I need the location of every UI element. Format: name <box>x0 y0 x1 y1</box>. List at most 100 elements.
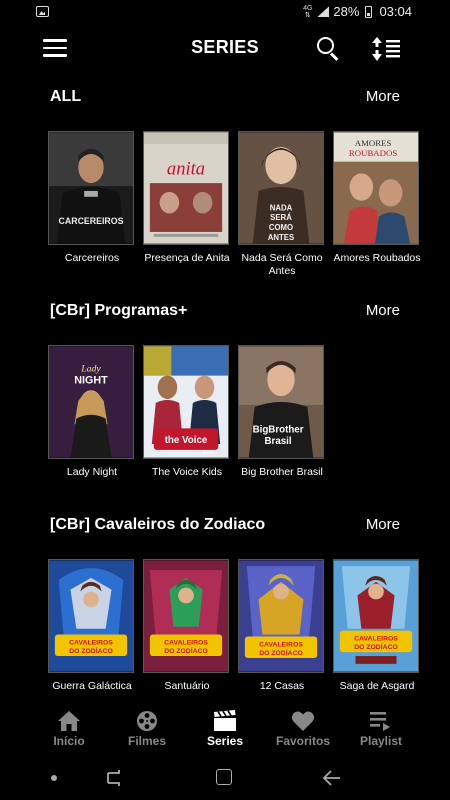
home-icon <box>57 710 81 732</box>
series-content[interactable]: ALL More CARCEREIROS Carcereiros anita P… <box>0 72 450 694</box>
svg-text:Brasil: Brasil <box>265 436 292 447</box>
poster-image: Lady NIGHT <box>48 345 134 459</box>
series-card[interactable]: the Voice Kids The Voice Kids <box>143 345 231 479</box>
nav-label: Início <box>53 734 85 748</box>
svg-text:ANTES: ANTES <box>268 233 294 242</box>
poster-image: BigBrother Brasil <box>238 345 324 459</box>
more-button[interactable]: More <box>366 88 400 105</box>
series-card[interactable]: BigBrother Brasil Big Brother Brasil <box>238 345 326 479</box>
poster-row[interactable]: Lady NIGHT Lady Night the Voice Kids The… <box>48 345 450 505</box>
poster-image: AMORES ROUBADOS <box>333 131 419 245</box>
poster-title-text: BigBrother <box>253 424 304 435</box>
poster-title-text: CAVALEIROS <box>259 641 303 648</box>
svg-text:DO ZODÍACO: DO ZODÍACO <box>354 642 398 651</box>
poster-image: CAVALEIROS DO ZODÍACO <box>333 559 419 673</box>
section-header: [CBr] Programas+ More <box>50 300 400 324</box>
assistant-dot-icon[interactable] <box>51 775 57 781</box>
search-icon[interactable] <box>316 36 342 62</box>
series-title: The Voice Kids <box>151 466 223 478</box>
network-type: 4G <box>303 4 313 12</box>
svg-text:DO ZODÍACO: DO ZODÍACO <box>164 646 208 655</box>
series-title: Nada Será Como Antes <box>241 252 323 277</box>
poster-title-text: the Voice <box>165 435 208 446</box>
home-button-icon[interactable] <box>216 769 232 785</box>
section-title: [CBr] Cavaleiros do Zodiaco <box>50 516 266 533</box>
series-title: Amores Roubados <box>333 252 421 264</box>
heart-icon <box>291 710 315 732</box>
back-arrow-icon[interactable] <box>322 769 342 787</box>
film-reel-icon <box>135 710 159 732</box>
series-title: Lady Night <box>66 466 118 478</box>
section-title: [CBr] Programas+ <box>50 302 188 319</box>
nav-label: Filmes <box>127 734 166 748</box>
series-card[interactable]: CARCEREIROS Carcereiros <box>48 131 136 265</box>
svg-text:SERÁ: SERÁ <box>270 213 292 222</box>
series-title: Santuário <box>164 680 210 692</box>
svg-text:ROUBADOS: ROUBADOS <box>349 148 397 158</box>
signal-icon <box>317 6 329 17</box>
poster-title-text: CARCEREIROS <box>59 216 124 226</box>
series-card[interactable]: AMORES ROUBADOS Amores Roubados <box>333 131 421 265</box>
series-card[interactable]: NADA SERÁ COMO ANTES Nada Será Como Ante… <box>238 131 326 278</box>
section-header: [CBr] Cavaleiros do Zodiaco More <box>50 514 400 538</box>
svg-text:COMO: COMO <box>269 223 293 232</box>
series-title: Guerra Galáctica <box>52 680 132 692</box>
network-type-icon: 4G ⇅ <box>303 4 313 19</box>
nav-item-series[interactable]: Series <box>180 694 270 758</box>
poster-image: CARCEREIROS <box>48 131 134 245</box>
more-button[interactable]: More <box>366 516 400 533</box>
gallery-notification-icon <box>36 6 49 17</box>
series-title: 12 Casas <box>259 680 305 692</box>
series-title: Saga de Asgard <box>339 680 415 692</box>
poster-title-text: Lady <box>80 364 101 375</box>
nav-item-playlist[interactable]: Playlist <box>336 694 426 758</box>
poster-image: NADA SERÁ COMO ANTES <box>238 131 324 245</box>
poster-row[interactable]: CARCEREIROS Carcereiros anita Presença d… <box>48 131 450 291</box>
poster-image: the Voice Kids <box>143 345 229 459</box>
svg-text:DO ZODÍACO: DO ZODÍACO <box>69 646 113 655</box>
system-navigation-bar <box>0 758 450 800</box>
clapperboard-icon <box>213 710 237 732</box>
poster-image: anita <box>143 131 229 245</box>
poster-image: CAVALEIROS DO ZODÍACO <box>238 559 324 673</box>
poster-title-text: anita <box>167 158 205 179</box>
nav-item-inicio[interactable]: Início <box>24 694 114 758</box>
series-card[interactable]: CAVALEIROS DO ZODÍACO Santuário <box>143 559 231 693</box>
series-card[interactable]: CAVALEIROS DO ZODÍACO Saga de Asgard <box>333 559 421 693</box>
poster-title-text: CAVALEIROS <box>69 639 113 646</box>
nav-item-favoritos[interactable]: Favoritos <box>258 694 348 758</box>
battery-percent: 28% <box>333 4 360 19</box>
series-card[interactable]: Lady NIGHT Lady Night <box>48 345 136 479</box>
poster-title-text: CAVALEIROS <box>354 635 398 642</box>
nav-label: Series <box>206 734 244 748</box>
battery-icon <box>365 5 373 18</box>
nav-label: Playlist <box>359 734 403 748</box>
poster-image: CAVALEIROS DO ZODÍACO <box>48 559 134 673</box>
more-button[interactable]: More <box>366 302 400 319</box>
nav-label: Favoritos <box>275 734 330 748</box>
poster-row[interactable]: CAVALEIROS DO ZODÍACO Guerra Galáctica C… <box>48 559 450 694</box>
series-title: Presença de Anita <box>144 252 230 264</box>
section-title: ALL <box>50 88 82 105</box>
series-card[interactable]: CAVALEIROS DO ZODÍACO Guerra Galáctica <box>48 559 136 693</box>
series-title: Carcereiros <box>64 252 120 264</box>
sort-icon[interactable] <box>372 36 402 62</box>
nav-item-filmes[interactable]: Filmes <box>102 694 192 758</box>
status-bar: 4G ⇅ 28% 03:04 <box>0 0 450 24</box>
status-indicators: 4G ⇅ 28% 03:04 <box>303 4 412 19</box>
section-header: ALL More <box>50 86 400 110</box>
svg-text:DO ZODÍACO: DO ZODÍACO <box>259 648 303 657</box>
recent-apps-icon[interactable] <box>105 769 125 787</box>
svg-text:Kids: Kids <box>203 450 214 456</box>
playlist-icon <box>369 710 393 732</box>
bottom-navigation: Início Filmes Series Favoritos Playlist <box>0 694 450 758</box>
poster-title-text: CAVALEIROS <box>164 639 208 646</box>
svg-text:NIGHT: NIGHT <box>74 374 108 386</box>
clock: 03:04 <box>379 4 412 19</box>
poster-title-text: AMORES <box>355 138 392 148</box>
app-bar: SERIES <box>0 24 450 72</box>
series-card[interactable]: anita Presença de Anita <box>143 131 231 265</box>
poster-image: CAVALEIROS DO ZODÍACO <box>143 559 229 673</box>
series-card[interactable]: CAVALEIROS DO ZODÍACO 12 Casas <box>238 559 326 693</box>
poster-title-text: NADA <box>270 203 293 212</box>
